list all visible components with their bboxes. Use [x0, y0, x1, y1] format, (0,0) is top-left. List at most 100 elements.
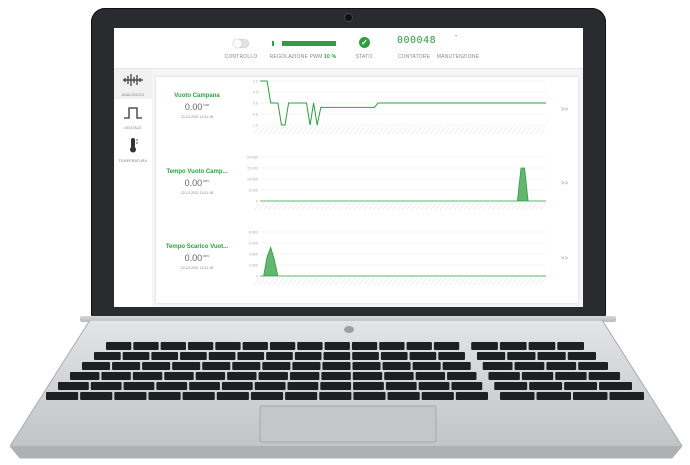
x-tick [287, 202, 294, 211]
keyboard-key [156, 382, 188, 390]
x-tick [301, 202, 308, 211]
keyboard-key [172, 362, 201, 370]
pwm-bar[interactable] [272, 41, 336, 46]
x-tick [449, 277, 456, 286]
y-tick-label: 4,000 [249, 253, 258, 257]
x-tick [439, 202, 447, 211]
x-tick [258, 277, 265, 286]
keyboard-key [254, 382, 286, 390]
keyboard-key [521, 372, 554, 380]
keyboard-key [564, 382, 598, 390]
expand-chart-button[interactable]: >> [561, 256, 568, 262]
y-tick-label: 8,000 [249, 231, 258, 235]
keyboard-key [101, 372, 131, 380]
keyboard-key [195, 372, 226, 380]
x-tick [473, 126, 480, 135]
x-tick [330, 202, 337, 211]
x-tick [358, 202, 366, 211]
x-tick [263, 202, 270, 211]
expand-chart-button[interactable]: >> [561, 181, 568, 187]
x-tick [396, 202, 404, 211]
x-tick [363, 277, 370, 286]
x-tick [344, 202, 351, 211]
y-tick-label: 15,000 [247, 167, 258, 171]
keyboard-key [352, 372, 383, 380]
x-tick [415, 202, 423, 211]
x-tick [301, 277, 308, 286]
controllo-label: CONTROLLO [224, 54, 258, 60]
x-tick [377, 277, 385, 286]
metric-value: 0.00 [184, 253, 203, 263]
keyboard-key [242, 342, 268, 350]
x-tick [430, 277, 437, 286]
laptop-keyboard-deck [10, 320, 682, 459]
keyboard-key [297, 342, 323, 350]
sidebar-item-digitale[interactable]: DIGITALE [114, 102, 152, 132]
x-tick [477, 126, 485, 135]
x-tick [525, 126, 532, 135]
x-tick [306, 277, 313, 286]
keyboard-key [160, 342, 186, 350]
x-tick [420, 126, 428, 135]
keyboard-key [514, 362, 545, 370]
metric-card[interactable]: Tempo Vuoto Camp... 0.00sec 22-10-2021 1… [156, 169, 238, 195]
x-tick [515, 277, 523, 286]
keyboard-key [476, 352, 506, 360]
x-tick [501, 202, 509, 211]
keyboard-key [208, 352, 236, 360]
keyboard-key [573, 392, 608, 400]
controllo-toggle[interactable] [233, 39, 249, 48]
x-tick [406, 126, 413, 135]
keyboard-key [528, 342, 556, 350]
keyboard-key [412, 362, 441, 370]
keyboard-key [58, 382, 89, 390]
x-tick [277, 202, 285, 211]
chart-tempo-scarico-vuoto[interactable]: 8,000 6,000 4,000 2,000 0 [242, 228, 554, 290]
keyboard-key [216, 392, 249, 400]
x-tick [415, 277, 423, 286]
keyboard-key [609, 392, 644, 400]
x-tick [334, 202, 342, 211]
x-tick [501, 126, 509, 135]
x-tick [277, 126, 285, 135]
keyboard-key [588, 372, 620, 380]
x-tick [506, 126, 513, 135]
x-tick [301, 126, 308, 135]
x-tick [492, 202, 499, 211]
charts-panel: Vuoto Campana 0.00bar 22-10-2021 14:11:1… [156, 77, 578, 303]
pwm-label-group: REGOLAZIONE PWM 10 % [260, 54, 346, 60]
x-tick [487, 277, 494, 286]
metric-card[interactable]: Vuoto Campana 0.00bar 22-10-2021 14:11:1… [156, 93, 238, 119]
metric-card[interactable]: Tempo Scarico Vuot... 0.00sec 22-10-2021… [156, 244, 238, 270]
keyboard-key [320, 382, 352, 390]
keyboard-key [80, 392, 113, 400]
keyboard-key [287, 382, 319, 390]
expand-chart-button[interactable]: >> [561, 107, 568, 113]
chart-vuoto-campana[interactable]: 1.0 0.5 0.0 -0.5 -1.0 [242, 77, 554, 139]
metric-value-wrap: 0.00bar [156, 102, 238, 112]
x-tick [539, 126, 547, 135]
x-tick [382, 126, 389, 135]
x-tick [387, 277, 394, 286]
keyboard-key [406, 342, 432, 350]
sidebar-item-label: DIGITALE [124, 126, 142, 130]
x-tick [449, 202, 456, 211]
x-tick [434, 126, 442, 135]
x-tick [501, 277, 509, 286]
sidebar-item-temperatura[interactable]: TEMPERATURA [114, 135, 152, 165]
contatore-value: 000048 [397, 35, 437, 46]
series-line [260, 80, 546, 126]
chart-tempo-vuoto-campana[interactable]: 20,000 15,000 10,000 5,000 0 [242, 153, 554, 215]
x-tick [268, 277, 275, 286]
metric-value: 0.00 [184, 102, 203, 112]
x-tick [401, 202, 408, 211]
trackpad[interactable] [259, 405, 437, 443]
sidebar-item-analogico[interactable]: ANALOGICO [114, 69, 152, 99]
keyboard-key [151, 352, 179, 360]
x-tick [258, 202, 265, 211]
x-tick [406, 277, 413, 286]
power-indicator-icon [344, 326, 354, 333]
metric-title: Tempo Vuoto Camp... [166, 169, 228, 175]
x-tick [382, 277, 389, 286]
x-tick [372, 277, 380, 286]
